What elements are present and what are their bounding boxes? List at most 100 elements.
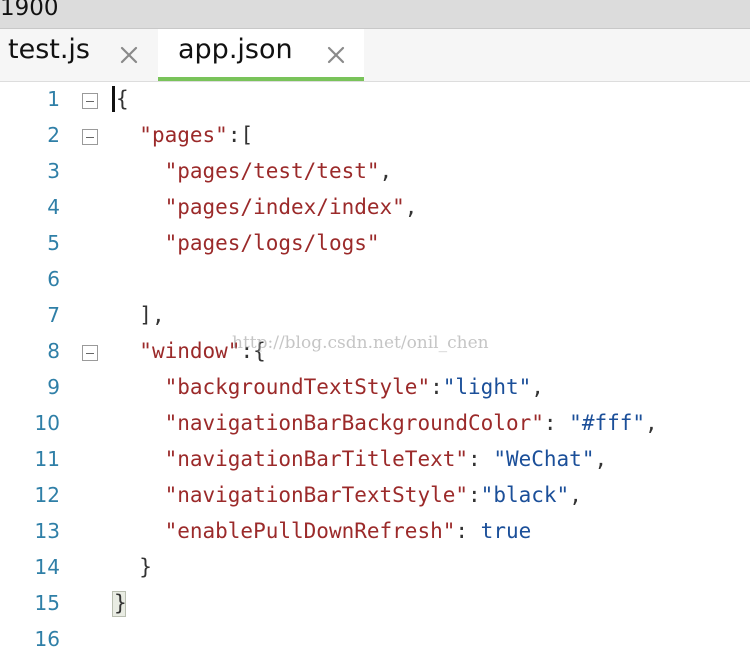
json-key: "backgroundTextStyle" xyxy=(164,375,431,399)
json-brace: } xyxy=(139,555,152,579)
json-punctuation: : xyxy=(543,411,570,435)
json-punctuation: : xyxy=(468,483,481,507)
code-text: "pages":[ xyxy=(114,121,253,149)
code-text: } xyxy=(114,589,127,617)
code-line: 7 ], xyxy=(0,298,750,334)
code-line: 9 "backgroundTextStyle":"light", xyxy=(0,370,750,406)
code-line: 4 "pages/index/index", xyxy=(0,190,750,226)
close-icon[interactable] xyxy=(117,43,141,67)
line-number: 9 xyxy=(47,375,60,399)
line-number: 10 xyxy=(34,411,60,435)
line-number: 11 xyxy=(34,447,60,471)
close-icon[interactable] xyxy=(324,43,348,67)
line-number: 15 xyxy=(34,591,60,615)
json-key: "navigationBarTitleText" xyxy=(164,447,469,471)
code-line: 2 "pages":[ xyxy=(0,118,750,154)
line-number: 3 xyxy=(47,159,60,183)
line-number: 8 xyxy=(47,339,60,363)
json-key: "window" xyxy=(139,339,241,363)
line-number: 1 xyxy=(47,87,60,111)
code-text: "navigationBarTextStyle":"black", xyxy=(114,481,582,509)
json-punctuation: , xyxy=(404,195,418,219)
text-cursor xyxy=(112,86,115,112)
json-brace: { xyxy=(116,87,129,111)
code-line: 5 "pages/logs/logs" xyxy=(0,226,750,262)
json-punctuation: : xyxy=(430,375,443,399)
json-punctuation: , xyxy=(569,483,582,507)
code-text: "pages/index/index", xyxy=(114,193,418,221)
code-line: 6 xyxy=(0,262,750,298)
tab-label: app.json xyxy=(178,34,293,65)
fold-toggle-icon[interactable] xyxy=(82,93,98,109)
code-text: "enablePullDownRefresh": true xyxy=(114,517,532,545)
window-title-fragment: 1900 xyxy=(0,0,59,21)
json-punctuation: , xyxy=(645,411,658,435)
json-key: "enablePullDownRefresh" xyxy=(164,519,456,543)
code-text: "pages/logs/logs" xyxy=(114,229,380,257)
code-text: ], xyxy=(114,301,165,329)
code-line: 1 { xyxy=(0,82,750,118)
tab-test-js[interactable]: test.js xyxy=(0,29,155,81)
tab-app-json[interactable]: app.json xyxy=(158,29,364,81)
code-text: "navigationBarTitleText": "WeChat", xyxy=(114,445,608,473)
code-text: "pages/test/test", xyxy=(114,157,393,185)
code-line: 16 xyxy=(0,622,750,658)
json-key: "navigationBarBackgroundColor" xyxy=(164,411,544,435)
active-tab-indicator xyxy=(158,77,364,81)
code-line: 13 "enablePullDownRefresh": true xyxy=(0,514,750,550)
line-number: 2 xyxy=(47,123,60,147)
json-punctuation: ], xyxy=(139,303,165,327)
json-value: "black" xyxy=(480,483,570,507)
code-line: 8 "window":{ xyxy=(0,334,750,370)
json-punctuation: :{ xyxy=(240,339,266,363)
fold-toggle-icon[interactable] xyxy=(82,129,98,145)
json-punctuation: , xyxy=(379,159,393,183)
code-editor[interactable]: 1 { 2 "pages":[ 3 "pages/test/test", 4 "… xyxy=(0,82,750,666)
fold-toggle-icon[interactable] xyxy=(82,345,98,361)
json-string: "pages/test/test" xyxy=(164,159,380,183)
code-line: 3 "pages/test/test", xyxy=(0,154,750,190)
line-number: 6 xyxy=(47,267,60,291)
line-number: 4 xyxy=(47,195,60,219)
line-number: 7 xyxy=(47,303,60,327)
editor-window: 1900 test.js app.json 1 { 2 "pages":[3 … xyxy=(0,0,750,666)
code-text: "navigationBarBackgroundColor": "#fff", xyxy=(114,409,658,437)
code-line: 11 "navigationBarTitleText": "WeChat", xyxy=(0,442,750,478)
json-value: "WeChat" xyxy=(493,447,595,471)
tab-label: test.js xyxy=(8,34,91,65)
line-number: 5 xyxy=(47,231,60,255)
json-string: "pages/index/index" xyxy=(164,195,405,219)
line-number: 13 xyxy=(34,519,60,543)
json-punctuation: , xyxy=(594,447,608,471)
code-line: 14 } xyxy=(0,550,750,586)
json-punctuation: : xyxy=(455,519,481,543)
line-number: 12 xyxy=(34,483,60,507)
json-boolean: true xyxy=(480,519,532,543)
json-key: "navigationBarTextStyle" xyxy=(164,483,469,507)
code-text: } xyxy=(114,553,152,581)
code-text: "backgroundTextStyle":"light", xyxy=(114,373,544,401)
json-brace: } xyxy=(114,591,127,615)
code-text: "window":{ xyxy=(114,337,266,365)
tab-bar: test.js app.json xyxy=(0,29,750,82)
title-bar: 1900 xyxy=(0,0,750,29)
code-text: { xyxy=(116,85,129,113)
json-value: "#fff" xyxy=(569,411,646,435)
json-key: "pages" xyxy=(139,123,228,147)
line-number: 14 xyxy=(34,555,60,579)
line-number: 16 xyxy=(34,627,60,651)
json-string: "pages/logs/logs" xyxy=(164,231,380,255)
json-value: "light" xyxy=(442,375,532,399)
json-punctuation: :[ xyxy=(227,123,254,147)
